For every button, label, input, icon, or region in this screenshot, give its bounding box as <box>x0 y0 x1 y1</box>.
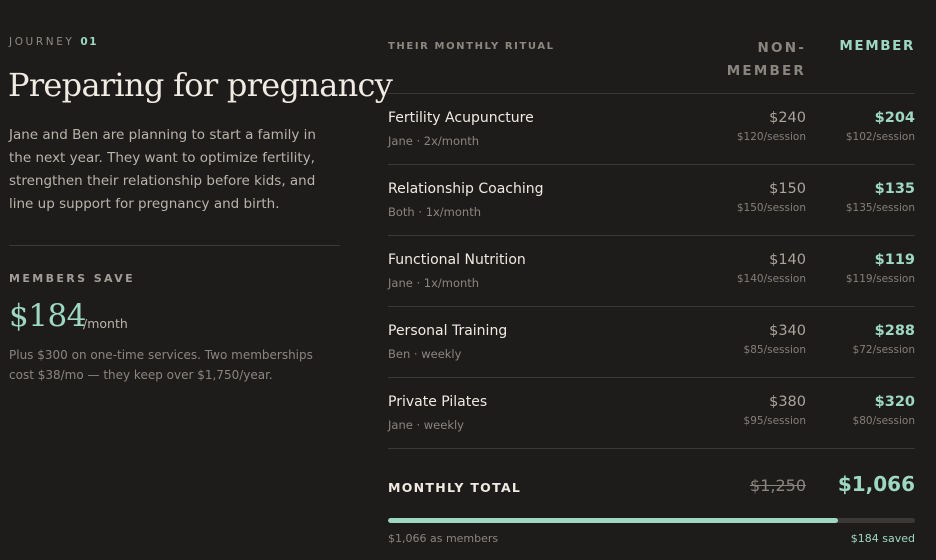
non-member-rate: $85/session <box>743 344 806 356</box>
progress-saved-label: $184 saved <box>850 532 915 545</box>
progress-member-label: $1,066 as members <box>388 532 499 545</box>
savings-amount: $184 <box>9 298 86 334</box>
member-price: $204 <box>874 110 915 126</box>
member-rate: $80/session <box>852 415 915 427</box>
table-row: Fertility Acupuncture Jane · 2x/month $2… <box>388 94 915 165</box>
non-member-price: $140 <box>769 252 806 268</box>
service-name: Functional Nutrition <box>388 252 526 268</box>
journey-number: 01 <box>80 36 99 48</box>
journey-description: Jane and Ben are planning to start a fam… <box>9 127 316 212</box>
non-member-price: $150 <box>769 181 806 197</box>
non-member-price: $380 <box>769 394 806 410</box>
section-label: THEIR MONTHLY RITUAL <box>388 41 555 52</box>
service-name: Private Pilates <box>388 394 488 410</box>
total-non-member: $1,250 <box>750 476 806 495</box>
savings-note: Plus $300 on one-time services. Two memb… <box>9 348 313 382</box>
non-member-price: $340 <box>769 323 806 339</box>
page-title: Preparing for pregnancy <box>8 66 393 104</box>
column-header-member: MEMBER <box>839 38 915 54</box>
savings-label: MEMBERS SAVE <box>9 272 136 285</box>
service-rows: Fertility Acupuncture Jane · 2x/month $2… <box>388 94 915 449</box>
service-detail: Both · 1x/month <box>388 205 482 219</box>
non-member-rate: $95/session <box>743 415 806 427</box>
table-row: Personal Training Ben · weekly $340 $85/… <box>388 307 915 378</box>
member-rate: $72/session <box>852 344 915 356</box>
member-price: $135 <box>874 181 915 197</box>
service-name: Relationship Coaching <box>388 181 544 197</box>
table-row: Relationship Coaching Both · 1x/month $1… <box>388 165 915 236</box>
monthly-total-label: MONTHLY TOTAL <box>388 480 522 495</box>
service-detail: Jane · 1x/month <box>388 276 480 290</box>
member-price: $288 <box>874 323 915 339</box>
total-member: $1,066 <box>837 472 915 496</box>
member-rate: $119/session <box>845 273 915 285</box>
service-detail: Ben · weekly <box>388 347 462 361</box>
savings-progress-fill <box>388 518 838 523</box>
member-rate: $135/session <box>845 202 915 214</box>
savings-unit: /month <box>83 316 128 331</box>
journey-label: JOURNEY 01 <box>9 36 98 48</box>
divider <box>9 245 340 246</box>
service-name: Personal Training <box>388 323 508 339</box>
service-name: Fertility Acupuncture <box>388 110 534 126</box>
member-rate: $102/session <box>845 131 915 143</box>
member-price: $119 <box>874 252 915 268</box>
savings-progress-bar <box>388 518 915 523</box>
service-detail: Jane · 2x/month <box>388 134 480 148</box>
non-member-price: $240 <box>769 110 806 126</box>
table-row: Private Pilates Jane · weekly $380 $95/s… <box>388 378 915 449</box>
non-member-rate: $120/session <box>736 131 806 143</box>
column-header-non-member: NON-MEMBER <box>726 40 806 79</box>
journey-label-text: JOURNEY <box>9 36 75 48</box>
ritual-table: THEIR MONTHLY RITUAL NON-MEMBER MEMBER F… <box>388 0 915 560</box>
member-price: $320 <box>874 394 915 410</box>
non-member-rate: $140/session <box>736 273 806 285</box>
non-member-rate: $150/session <box>736 202 806 214</box>
service-detail: Jane · weekly <box>388 418 464 432</box>
table-row: Functional Nutrition Jane · 1x/month $14… <box>388 236 915 307</box>
